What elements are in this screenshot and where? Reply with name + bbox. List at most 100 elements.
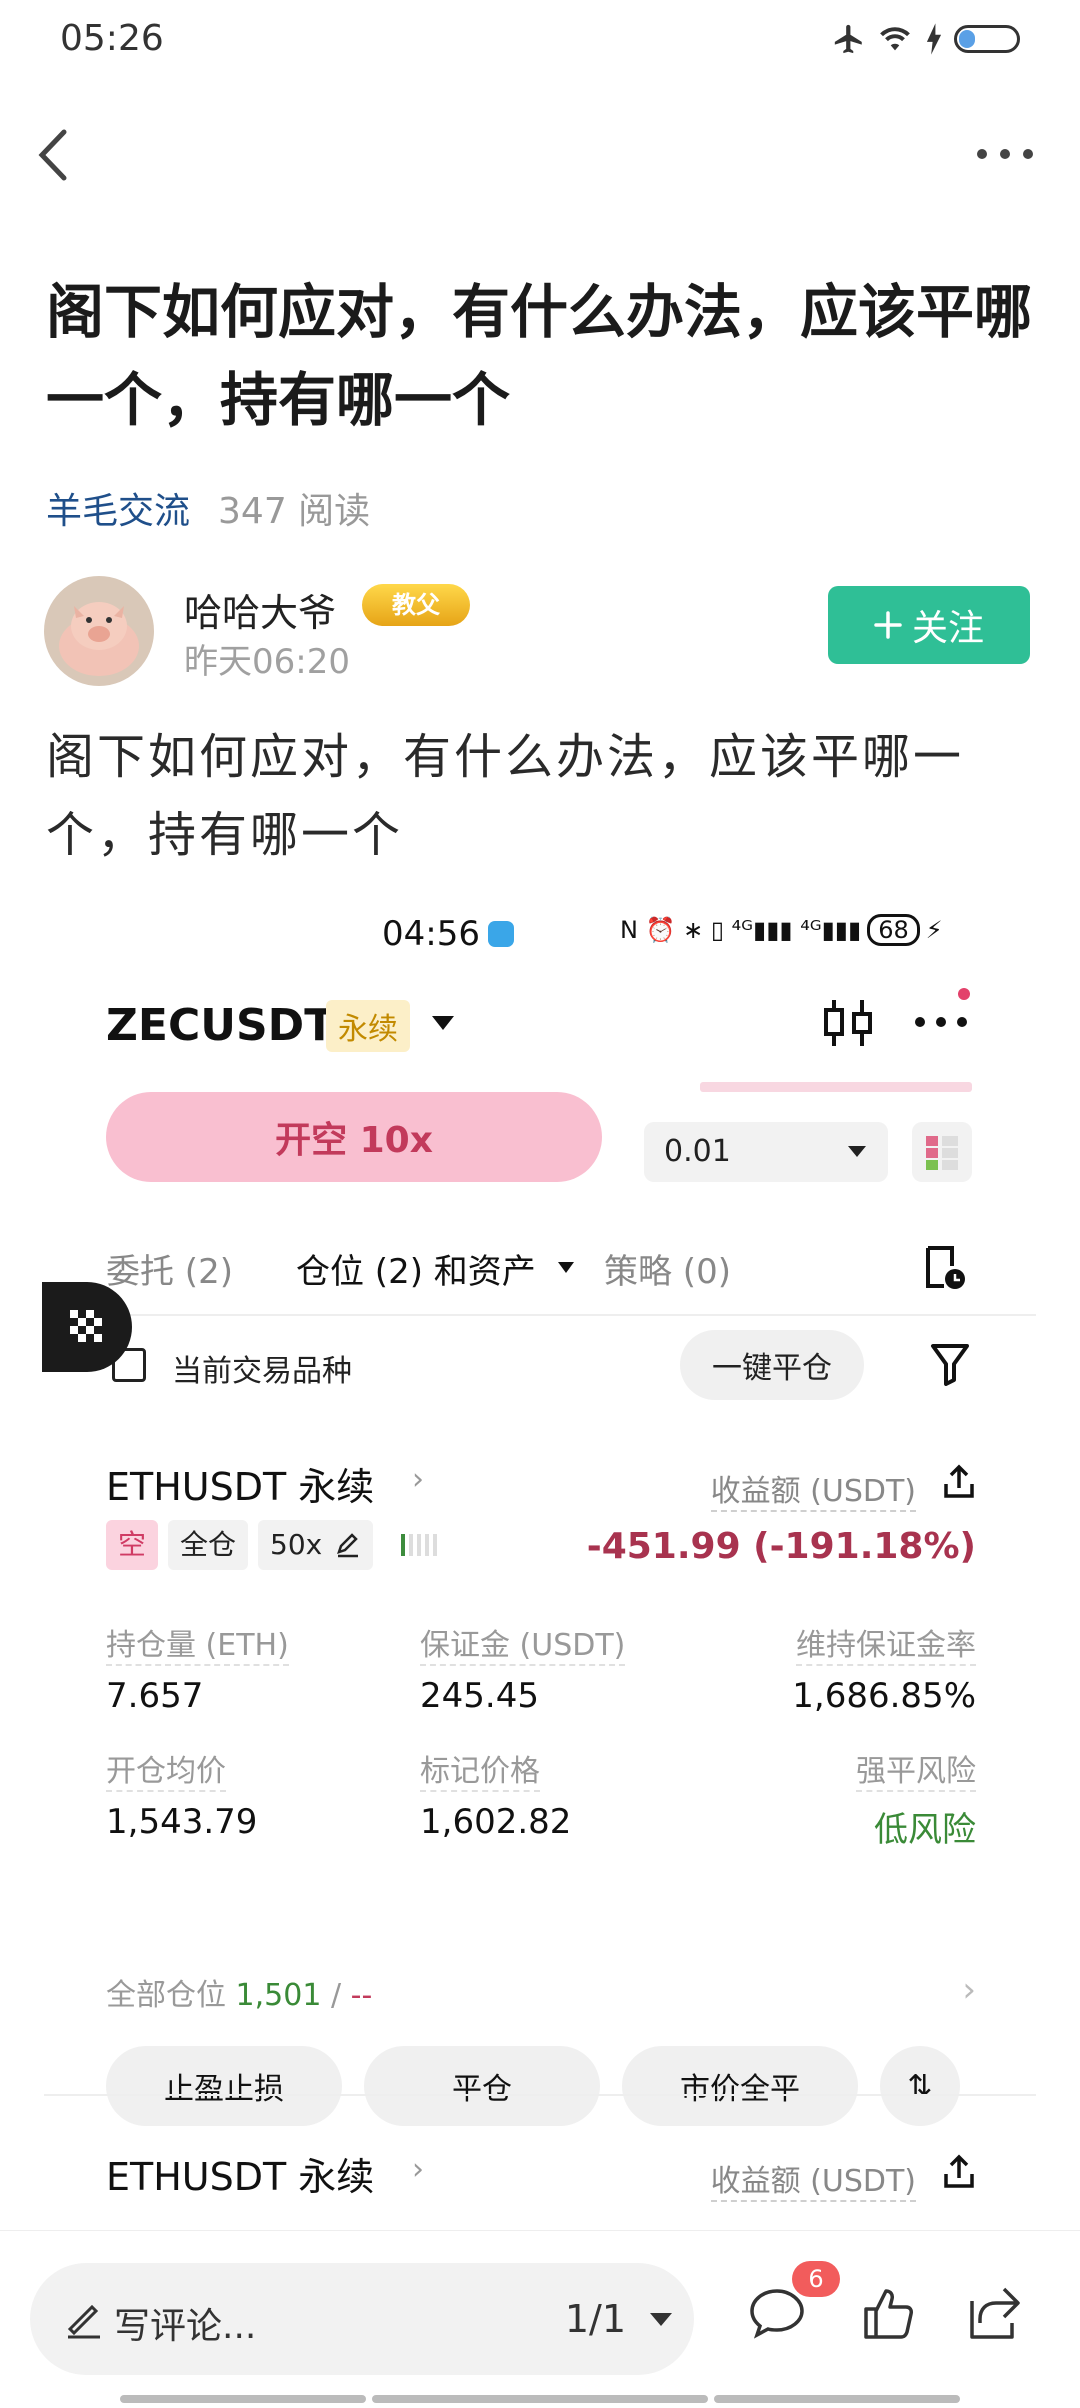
comment-input[interactable]: 写评论... 1/1 (30, 2263, 694, 2375)
chevron-down-icon[interactable] (650, 2313, 672, 2326)
page-indicator[interactable]: 1/1 (565, 2297, 626, 2341)
screenshot-time: 04:56 (382, 914, 480, 954)
chevron-right-icon[interactable]: › (412, 1462, 424, 1497)
status-time: 05:26 (60, 18, 164, 59)
notification-dot (958, 988, 970, 1000)
mmr-field: 维持保证金率 1,686.85% (792, 1620, 976, 1716)
margin-value: 245.45 (420, 1676, 539, 1716)
wifi-icon (880, 27, 910, 51)
comment-placeholder: 写评论... (114, 2306, 257, 2347)
back-icon[interactable] (26, 120, 86, 190)
pen-icon (67, 2304, 100, 2339)
filter-icon[interactable] (930, 1342, 970, 1386)
floating-assistant-button[interactable] (42, 1282, 132, 1372)
order-history-icon[interactable] (922, 1244, 968, 1292)
market-close-button[interactable]: 市价全平 (622, 2046, 858, 2126)
category-link[interactable]: 羊毛交流 (46, 491, 190, 532)
margin-mode-tag[interactable]: 全仓 (168, 1520, 249, 1570)
risk-value: 低风险 (874, 1810, 976, 1850)
divider (44, 2094, 1036, 2096)
pair-dropdown-icon[interactable] (432, 1016, 454, 1030)
close-position-button[interactable]: 平仓 (364, 2046, 600, 2126)
tab-dropdown-icon[interactable] (558, 1262, 574, 1273)
risk-label: 强平风险 (856, 1746, 976, 1792)
margin-field: 保证金 (USDT) 245.45 (420, 1620, 626, 1716)
position-symbol[interactable]: ETHUSDT 永续 (106, 2146, 374, 2201)
order-book-bar (700, 1082, 972, 1092)
all-positions-separator: / (321, 1978, 351, 2013)
mmr-value: 1,686.85% (792, 1676, 976, 1716)
position-symbol[interactable]: ETHUSDT 永续 (106, 1456, 374, 1511)
like-icon[interactable] (858, 2283, 920, 2343)
chevron-right-icon[interactable]: › (412, 2152, 424, 2187)
all-positions-label: 全部仓位 (106, 1978, 226, 2013)
tab-strategies[interactable]: 策略 (0) (604, 1244, 731, 1293)
pnl-label[interactable]: 收益额 (USDT) (710, 1466, 916, 1512)
position-actions: 止盈止损 平仓 市价全平 ⇅ (106, 2046, 960, 2126)
orderbook-layout-icon[interactable] (912, 1122, 972, 1182)
screenshot-status-icons: N ⏰ ∗ ▯ ⁴ᴳ▮▮▮ ⁴ᴳ▮▮▮ 68 ⚡ (620, 914, 943, 946)
read-count: 347 阅读 (218, 491, 371, 532)
position-tabs: 委托 (2) 仓位 (2) 和资产 策略 (0) (106, 1244, 1036, 1314)
entry-value: 1,543.79 (106, 1802, 258, 1842)
pair-title[interactable]: ZECUSDT (106, 1000, 334, 1051)
close-all-button[interactable]: 一键平仓 (680, 1330, 864, 1400)
follow-button[interactable]: 关注 (828, 586, 1030, 664)
all-positions-other: -- (350, 1978, 373, 2013)
position-card: ETHUSDT 永续 › 收益额 (USDT) 空 全仓 50x -451.99… (106, 1456, 976, 2126)
more-icon[interactable] (970, 134, 1040, 174)
size-field: 持仓量 (ETH) 7.657 (106, 1620, 289, 1716)
edit-icon (337, 1533, 359, 1558)
embedded-screenshot[interactable]: 04:56 N ⏰ ∗ ▯ ⁴ᴳ▮▮▮ ⁴ᴳ▮▮▮ 68 ⚡ ZECUSDT 永… (0, 890, 1080, 2230)
risk-field: 强平风险 低风险 (856, 1746, 976, 1851)
reverse-button[interactable]: ⇅ (880, 2046, 960, 2126)
chevron-down-icon (848, 1146, 866, 1157)
post-time: 昨天06:20 (184, 642, 350, 682)
home-indicator (120, 2395, 366, 2403)
quantity-select[interactable]: 0.01 (644, 1122, 888, 1182)
unrealized-pnl: -451.99 (-191.18%) (586, 1526, 976, 1567)
all-positions-row[interactable]: 全部仓位 1,501 / -- (106, 1970, 372, 2014)
charge-icon (926, 23, 942, 55)
author-name[interactable]: 哈哈大爷 (184, 582, 336, 637)
mark-field: 标记价格 1,602.82 (420, 1746, 571, 1842)
margin-label: 保证金 (USDT) (420, 1620, 626, 1666)
mmr-label: 维持保证金率 (796, 1620, 976, 1666)
home-indicator (372, 2395, 708, 2403)
battery-icon (954, 25, 1020, 53)
share-icon[interactable] (942, 1464, 976, 1500)
side-tag: 空 (106, 1520, 159, 1570)
author-badge: 教父 (362, 584, 470, 626)
bottom-bar: 写评论... 1/1 6 (0, 2230, 1080, 2408)
share-icon[interactable] (942, 2154, 976, 2190)
plus-icon (874, 611, 902, 639)
quantity-value: 0.01 (664, 1134, 731, 1169)
tab-positions[interactable]: 仓位 (2) 和资产 (296, 1244, 536, 1293)
tp-sl-button[interactable]: 止盈止损 (106, 2046, 342, 2126)
candlestick-icon[interactable] (822, 996, 874, 1050)
status-bar: 05:26 (0, 0, 1080, 80)
avatar[interactable] (44, 576, 154, 686)
size-label: 持仓量 (ETH) (106, 1620, 289, 1666)
entry-field: 开仓均价 1,543.79 (106, 1746, 257, 1842)
article-meta: 羊毛交流 347 阅读 (46, 482, 370, 534)
perpetual-tag: 永续 (326, 1000, 410, 1052)
adl-indicator (401, 1534, 438, 1556)
position-tags: 空 全仓 50x (106, 1520, 438, 1570)
article-body: 阁下如何应对，有什么办法，应该平哪一个，持有哪一个 (46, 729, 965, 863)
open-short-button[interactable]: 开空 10x (106, 1092, 602, 1182)
screenshot-more-icon[interactable] (912, 1010, 970, 1034)
pnl-label[interactable]: 收益额 (USDT) (710, 2156, 916, 2202)
mark-value: 1,602.82 (420, 1802, 572, 1842)
share-out-icon[interactable] (964, 2283, 1026, 2343)
entry-label: 开仓均价 (106, 1746, 226, 1792)
follow-label: 关注 (911, 608, 984, 649)
airplane-icon (834, 24, 862, 54)
leverage-tag[interactable]: 50x (258, 1520, 374, 1570)
home-indicator (714, 2395, 960, 2403)
screenshot-battery: 68 (867, 914, 920, 946)
comment-count: 6 (792, 2261, 840, 2297)
all-positions-value: 1,501 (235, 1978, 322, 2013)
chevron-right-icon[interactable]: › (962, 1970, 976, 2010)
article-title: 阁下如何应对，有什么办法，应该平哪一个，持有哪一个 (46, 278, 1033, 434)
